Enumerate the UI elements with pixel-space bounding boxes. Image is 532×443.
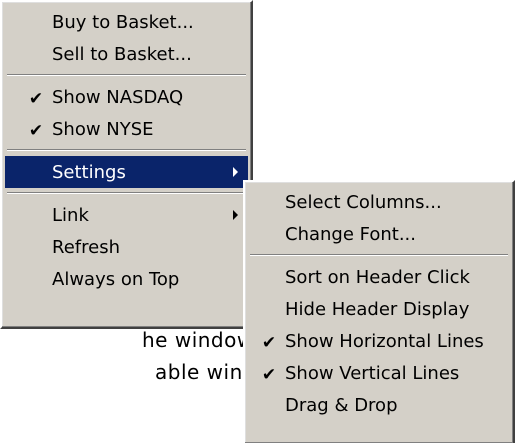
menu-separator (248, 250, 510, 261)
menu-item-show-nyse[interactable]: ✔ Show NYSE (5, 113, 248, 145)
submenu-arrow-icon (233, 210, 238, 220)
menu-item-label: Buy to Basket... (52, 11, 194, 33)
checkmark-icon: ✔ (261, 365, 277, 385)
checkmark-icon: ✔ (261, 333, 277, 353)
submenu-arrow-icon (233, 167, 238, 177)
menu-item-sell-to-basket[interactable]: Sell to Basket... (5, 38, 248, 70)
context-menu: Buy to Basket... Sell to Basket... ✔ Sho… (0, 0, 253, 329)
menu-item-label: Sell to Basket... (52, 43, 192, 65)
menu-item-label: Select Columns... (285, 191, 442, 213)
checkmark-icon: ✔ (28, 121, 44, 141)
menu-item-label: Hide Header Display (285, 298, 470, 320)
menu-item-drag-and-drop[interactable]: Drag & Drop (248, 389, 510, 421)
menu-separator (5, 188, 248, 199)
menu-item-settings[interactable]: Settings (5, 156, 248, 188)
menu-item-always-on-top[interactable]: Always on Top (5, 263, 248, 295)
menu-item-label: Change Font... (285, 223, 416, 245)
menu-item-change-font[interactable]: Change Font... (248, 218, 510, 250)
menu-item-label: Settings (52, 161, 126, 183)
settings-submenu: Select Columns... Change Font... Sort on… (243, 180, 515, 443)
menu-item-label: Show Horizontal Lines (285, 330, 484, 352)
menu-item-label: Link (52, 204, 89, 226)
menu-item-label: Show NYSE (52, 118, 154, 140)
menu-item-label: Always on Top (52, 268, 180, 290)
menu-item-label: Show Vertical Lines (285, 362, 460, 384)
menu-item-label: Refresh (52, 236, 120, 258)
menu-item-show-vertical-lines[interactable]: ✔ Show Vertical Lines (248, 357, 510, 389)
menu-separator (5, 145, 248, 156)
menu-item-buy-to-basket[interactable]: Buy to Basket... (5, 6, 248, 38)
menu-item-sort-on-header-click[interactable]: Sort on Header Click (248, 261, 510, 293)
checkmark-icon: ✔ (28, 89, 44, 109)
menu-item-label: Drag & Drop (285, 394, 398, 416)
menu-item-label: Sort on Header Click (285, 266, 470, 288)
menu-item-select-columns[interactable]: Select Columns... (248, 186, 510, 218)
menu-item-hide-header-display[interactable]: Hide Header Display (248, 293, 510, 325)
menu-item-show-horizontal-lines[interactable]: ✔ Show Horizontal Lines (248, 325, 510, 357)
menu-item-refresh[interactable]: Refresh (5, 231, 248, 263)
menu-separator (5, 70, 248, 81)
menu-item-show-nasdaq[interactable]: ✔ Show NASDAQ (5, 81, 248, 113)
menu-item-label: Show NASDAQ (52, 86, 184, 108)
menu-item-link[interactable]: Link (5, 199, 248, 231)
